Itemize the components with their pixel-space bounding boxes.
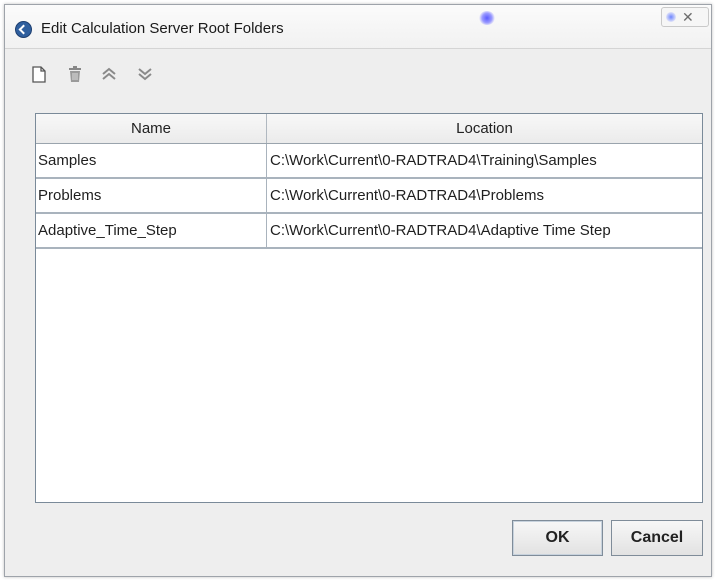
title-bar[interactable]: Edit Calculation Server Root Folders ✕ <box>5 5 711 49</box>
table-header: Name Location <box>36 114 702 144</box>
cancel-button[interactable]: Cancel <box>611 520 703 556</box>
table-row[interactable]: Problems C:\Work\Current\0-RADTRAD4\Prob… <box>36 179 702 214</box>
move-up-button[interactable] <box>99 64 119 84</box>
folders-table[interactable]: Name Location Samples C:\Work\Current\0-… <box>35 113 703 503</box>
double-chevron-up-icon <box>102 67 116 80</box>
toolbar <box>5 50 711 98</box>
blur-artifact <box>479 11 495 25</box>
table-row[interactable]: Adaptive_Time_Step C:\Work\Current\0-RAD… <box>36 214 702 249</box>
app-logo-icon <box>15 21 32 38</box>
trash-icon <box>69 65 81 82</box>
delete-button[interactable] <box>65 64 85 84</box>
window-title: Edit Calculation Server Root Folders <box>41 20 284 37</box>
cell-name[interactable]: Problems <box>36 179 267 212</box>
new-document-icon <box>32 65 46 83</box>
column-header-name[interactable]: Name <box>36 114 267 143</box>
move-down-button[interactable] <box>135 64 155 84</box>
cell-location[interactable]: C:\Work\Current\0-RADTRAD4\Adaptive Time… <box>267 214 702 247</box>
cell-name[interactable]: Samples <box>36 144 267 177</box>
cell-location[interactable]: C:\Work\Current\0-RADTRAD4\Problems <box>267 179 702 212</box>
double-chevron-down-icon <box>138 68 152 81</box>
table-row[interactable]: Samples C:\Work\Current\0-RADTRAD4\Train… <box>36 144 702 179</box>
column-header-location[interactable]: Location <box>267 114 702 143</box>
cell-location[interactable]: C:\Work\Current\0-RADTRAD4\Training\Samp… <box>267 144 702 177</box>
close-icon[interactable]: ✕ <box>682 8 694 26</box>
new-button[interactable] <box>29 64 49 84</box>
cell-name[interactable]: Adaptive_Time_Step <box>36 214 267 247</box>
ok-button[interactable]: OK <box>512 520 603 556</box>
blur-artifact-dot <box>666 12 676 22</box>
dialog-window: Edit Calculation Server Root Folders ✕ N… <box>4 4 712 577</box>
close-button[interactable]: ✕ <box>661 7 709 27</box>
